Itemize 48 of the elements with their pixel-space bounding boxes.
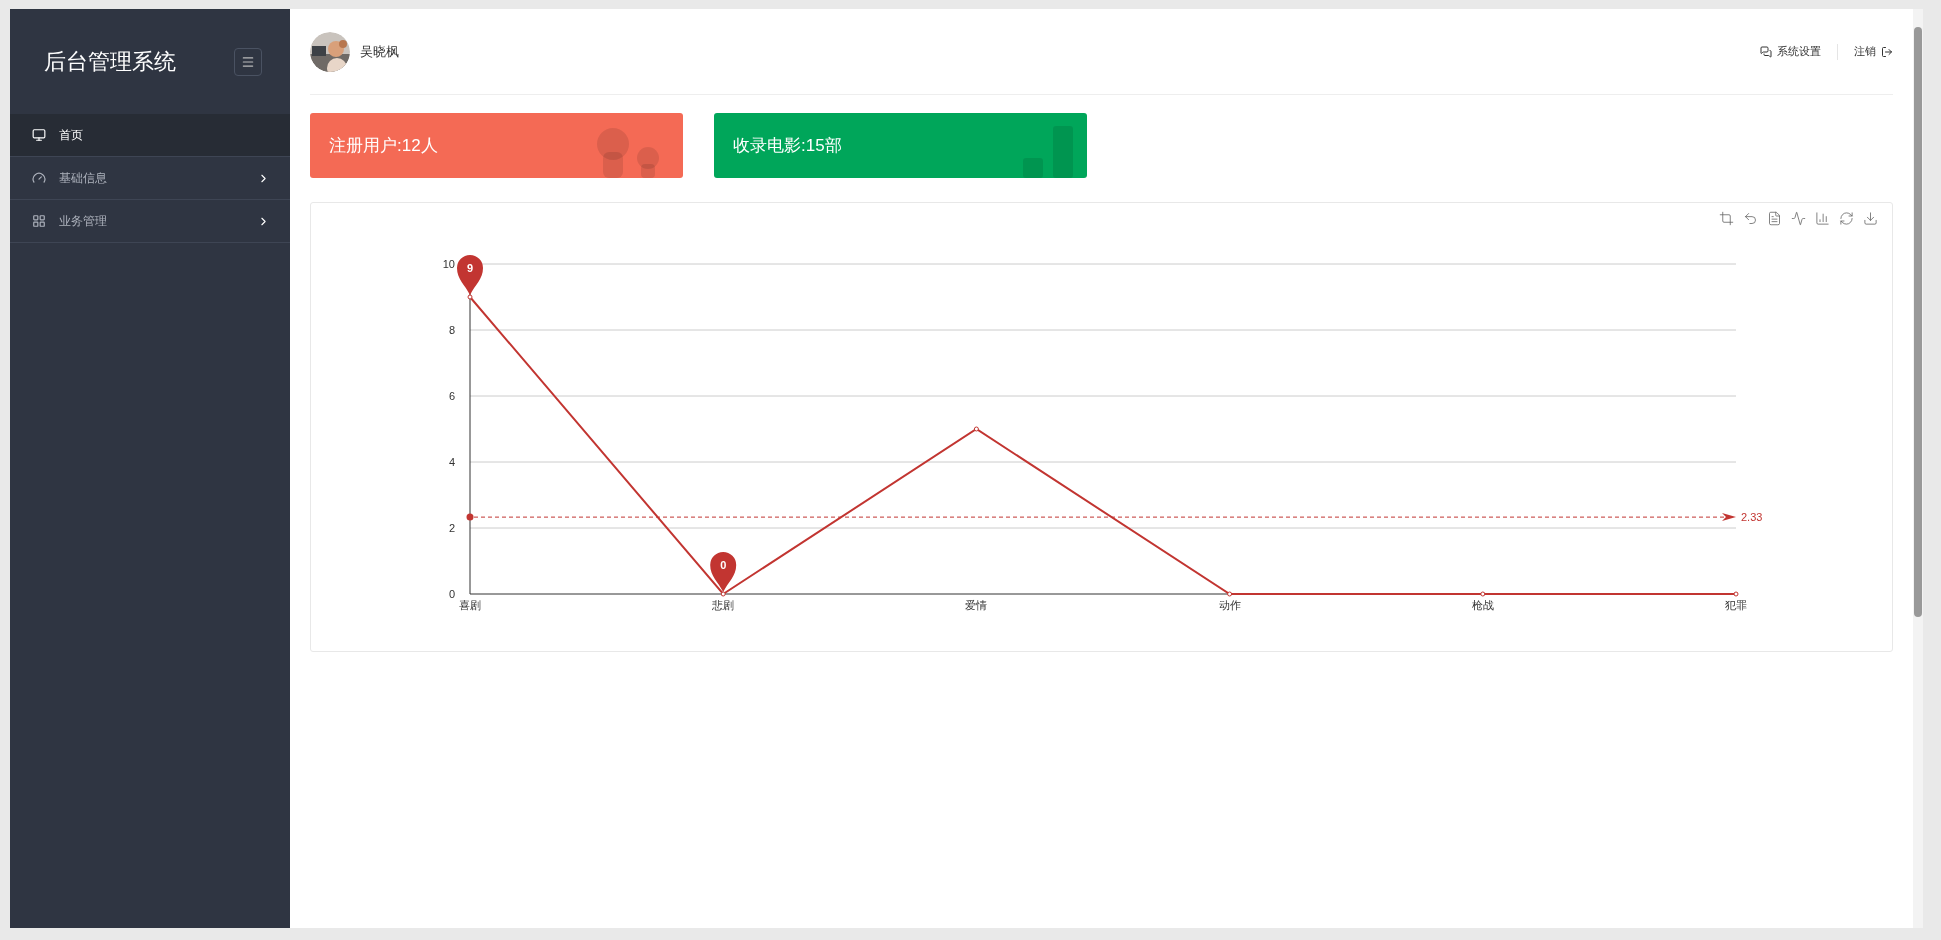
app-title: 后台管理系统	[44, 48, 176, 76]
value-pin: 9	[457, 255, 483, 295]
chat-icon	[1760, 45, 1772, 58]
user-name: 吴晓枫	[360, 42, 400, 61]
logout-icon	[1881, 45, 1893, 58]
line-start-marker	[466, 513, 474, 521]
data-point	[973, 426, 979, 432]
data-point	[1227, 591, 1233, 597]
undo-icon[interactable]	[1743, 211, 1758, 226]
nav-item[interactable]: 首页	[10, 114, 290, 157]
x-axis-label: 悲剧	[712, 599, 735, 611]
x-axis-label: 喜剧	[459, 599, 481, 611]
y-axis-label: 6	[448, 390, 455, 402]
stat-label: 注册用户:12人	[329, 134, 438, 157]
x-axis-label: 犯罪	[1725, 599, 1747, 611]
logout-link[interactable]: 注销	[1854, 43, 1893, 60]
bar-chart-icon	[1023, 126, 1073, 178]
refresh-icon[interactable]	[1839, 211, 1854, 226]
y-axis-label: 4	[448, 456, 455, 468]
x-axis-label: 动作	[1218, 599, 1241, 611]
y-axis-label: 10	[442, 258, 455, 270]
scrollbar-thumb[interactable]	[1914, 27, 1922, 617]
data-point	[720, 591, 726, 597]
menu-icon	[241, 54, 255, 69]
crop-icon[interactable]	[1719, 211, 1734, 226]
y-axis-label: 2	[448, 522, 455, 534]
data-point	[1733, 591, 1739, 597]
monitor-icon	[32, 128, 46, 142]
x-axis-label: 爱情	[965, 599, 988, 611]
menu-toggle-button[interactable]	[234, 47, 262, 76]
x-axis-label: 枪战	[1471, 599, 1494, 611]
grid-icon	[32, 214, 46, 228]
annotation: 9	[466, 262, 474, 274]
value-pin: 0	[710, 552, 737, 592]
settings-link[interactable]: 系统设置	[1760, 43, 1821, 60]
annotation: 0	[720, 559, 727, 571]
average-label: 2.33	[1741, 511, 1763, 524]
download-icon[interactable]	[1863, 211, 1878, 226]
y-axis-label: 0	[448, 588, 455, 600]
stat-label: 收录电影:15部	[733, 134, 842, 157]
gauge-icon	[32, 171, 46, 185]
bar-chart-icon[interactable]	[1815, 211, 1830, 226]
arrowhead-marker	[1722, 513, 1736, 522]
line-chart-icon[interactable]	[1791, 211, 1806, 226]
y-axis-label: 8	[448, 324, 455, 336]
document-icon[interactable]	[1767, 211, 1782, 226]
data-point	[467, 294, 473, 300]
data-point	[1480, 591, 1486, 597]
